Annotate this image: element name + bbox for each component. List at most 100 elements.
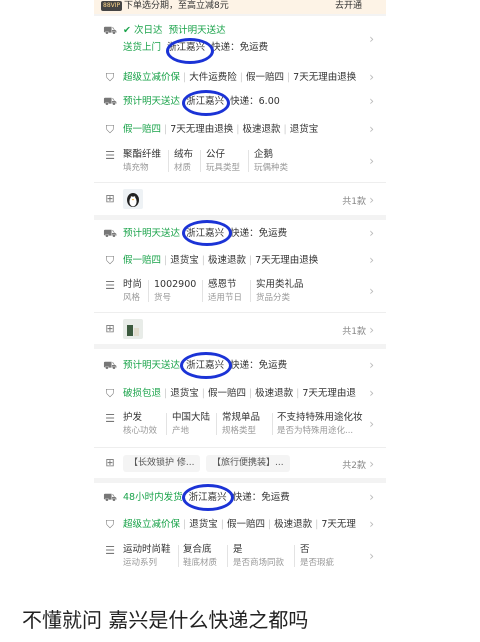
vip-badge: 88VIP bbox=[101, 1, 123, 11]
shipping-text: 快递：免运费 bbox=[232, 492, 290, 503]
sku-chip[interactable]: 【旅行便携装】... bbox=[206, 455, 290, 472]
truck-icon: ⛟ bbox=[103, 227, 117, 240]
next-day-badge: 次日达 bbox=[134, 25, 163, 36]
guarantee-item: 7天无理 bbox=[321, 519, 356, 530]
shield-check-icon: ⛉ bbox=[105, 518, 115, 531]
shipping-text: 快递：免运费 bbox=[211, 42, 269, 53]
chevron-right-icon: › bbox=[369, 32, 374, 46]
sku-thumbnail-gift[interactable] bbox=[123, 319, 143, 339]
day-badge-check-icon: ✔ bbox=[123, 25, 131, 36]
param-value: 时尚 bbox=[123, 279, 143, 290]
truck-icon: ⛟ bbox=[103, 491, 117, 504]
param-value: 实用类礼品 bbox=[256, 279, 304, 290]
list-icon: ☰ bbox=[105, 279, 115, 292]
chevron-right-icon: › bbox=[369, 193, 374, 207]
params-row[interactable]: ☰ 时尚 风格 1002900 货号 感恩节 适用节日 实用类礼品 货品分类 › bbox=[94, 278, 386, 306]
product-card: ⛟ 48小时内发货 浙江嘉兴 快递：免运费 › ⛉ 超级立减价保 | 退货宝 | 假一赔… bbox=[94, 483, 386, 582]
guarantee-item: 破损包退 bbox=[123, 388, 162, 399]
truck-icon: ⛟ bbox=[103, 359, 117, 372]
param-label: 鞋底材质 bbox=[183, 558, 218, 568]
product-card: ⛟ 预计明天送达 浙江嘉兴 快递：免运费 › ⛉ 破损包退 | 退货宝 | 假一赔四 | 极… bbox=[94, 349, 386, 478]
product-card: ⛟ ✔ 次日达 预计明天送达 送货上门 浙江嘉兴 快递：免运费 › ⛉ 超级立减… bbox=[94, 16, 386, 215]
chevron-right-icon: › bbox=[369, 70, 374, 84]
eta-text: 预计明天送达 bbox=[123, 360, 181, 371]
shield-check-icon: ⛉ bbox=[105, 254, 115, 267]
delivery-row[interactable]: ⛟ ✔ 次日达 预计明天送达 送货上门 浙江嘉兴 快递：免运费 › bbox=[94, 23, 386, 53]
param-value: 常规单品 bbox=[222, 412, 261, 423]
sku-row[interactable]: ⊞ 【长效锁护 修... 【旅行便携装】... 共2款 › bbox=[94, 447, 386, 478]
list-icon: ☰ bbox=[105, 412, 115, 425]
sku-chip[interactable]: 【长效锁护 修... bbox=[123, 455, 201, 472]
chevron-right-icon: › bbox=[369, 284, 374, 298]
param-label: 风格 bbox=[123, 293, 141, 303]
guarantee-item: 退货宝 bbox=[170, 388, 199, 399]
annotation-circle bbox=[182, 90, 230, 116]
guarantee-item: 7天无理由退换 bbox=[255, 255, 319, 266]
guarantee-item: 假一赔四 bbox=[123, 255, 162, 266]
grid-icon: ⊞ bbox=[105, 456, 115, 469]
param-label: 货品分类 bbox=[256, 293, 291, 303]
param-label: 适用节日 bbox=[208, 293, 243, 303]
guarantee-item: 假一赔四 bbox=[123, 124, 162, 135]
sku-thumbnail-penguin[interactable] bbox=[123, 189, 143, 209]
param-value: 公仔 bbox=[206, 149, 226, 160]
eta-text: 48小时内发货 bbox=[123, 492, 183, 503]
annotation-circle bbox=[182, 484, 234, 511]
param-label: 规格类型 bbox=[222, 426, 257, 436]
guarantee-item: 假一赔四 bbox=[207, 388, 246, 399]
screenshot: 88VIP 下单选分期，至高立减8元 去开通 ⛟ ✔ 次日达 预计明天送达 送货… bbox=[94, 0, 386, 582]
guarantee-item: 7天无理由退 bbox=[302, 388, 356, 399]
param-value: 运动时尚鞋 bbox=[123, 544, 171, 555]
chevron-right-icon: › bbox=[369, 386, 374, 400]
param-label: 是否商场同款 bbox=[233, 558, 285, 568]
param-value: 复合底 bbox=[183, 544, 212, 555]
sku-row[interactable]: ⊞ 共1款 › bbox=[94, 312, 386, 344]
list-icon: ☰ bbox=[105, 544, 115, 557]
guarantee-item: 极速退款 bbox=[274, 519, 313, 530]
param-value: 否 bbox=[300, 544, 310, 555]
annotation-circle bbox=[180, 352, 232, 379]
guarantee-item: 假一赔四 bbox=[226, 519, 265, 530]
grid-icon: ⊞ bbox=[105, 192, 115, 205]
guarantee-item: 超级立减价保 bbox=[123, 519, 181, 530]
shipping-text: 快递：免运费 bbox=[230, 228, 288, 239]
sku-count: 共1款 bbox=[342, 327, 366, 337]
vip-open-link[interactable]: 去开通 bbox=[335, 0, 362, 12]
vip-promo-text: 下单选分期，至高立减8元 bbox=[124, 1, 229, 11]
chevron-right-icon: › bbox=[369, 323, 374, 337]
chevron-right-icon: › bbox=[369, 253, 374, 267]
sku-count: 共2款 bbox=[342, 461, 366, 471]
chevron-right-icon: › bbox=[369, 457, 374, 471]
chevron-right-icon: › bbox=[369, 417, 374, 431]
params-row[interactable]: ☰ 护发 核心功效 中国大陆 产地 常规单品 规格类型 不支持特殊用途化妆 是否… bbox=[94, 411, 386, 439]
params-row[interactable]: ☰ 运动时尚鞋 运动系列 复合底 鞋底材质 是 是否商场同款 否 是否瑕疵 › bbox=[94, 543, 386, 571]
truck-icon: ⛟ bbox=[103, 95, 117, 108]
shield-check-icon: ⛉ bbox=[105, 123, 115, 136]
eta-text: 预计明天送达 bbox=[123, 228, 181, 239]
shipping-text: 快递：6.00 bbox=[230, 96, 280, 107]
chevron-right-icon: › bbox=[369, 94, 374, 108]
guarantee-item: 超级立减价保 bbox=[123, 72, 181, 83]
post-caption: 不懂就问 嘉兴是什么快递之都吗 bbox=[22, 608, 309, 632]
param-label: 玩具类型 bbox=[206, 163, 241, 173]
param-value: 1002900 bbox=[154, 279, 197, 290]
guarantee-item: 大件运费险 bbox=[189, 72, 237, 83]
vip-banner[interactable]: 88VIP 下单选分期，至高立减8元 去开通 bbox=[94, 0, 386, 14]
param-value: 聚酯纤维 bbox=[123, 149, 162, 160]
sku-row[interactable]: ⊞ 共1款 › bbox=[94, 182, 386, 215]
param-value: 是 bbox=[233, 544, 243, 555]
param-value: 中国大陆 bbox=[172, 412, 211, 423]
chevron-right-icon: › bbox=[369, 226, 374, 240]
shield-check-icon: ⛉ bbox=[105, 71, 115, 84]
param-label: 核心功效 bbox=[123, 426, 158, 436]
eta-text: 预计明天送达 bbox=[168, 25, 226, 36]
product-card: ⛟ 预计明天送达 浙江嘉兴 快递：免运费 › ⛉ 假一赔四 | 退货宝 | 极速退款 | 7… bbox=[94, 220, 386, 344]
guarantee-item: 极速退款 bbox=[207, 255, 246, 266]
eta-text: 预计明天送达 bbox=[123, 96, 181, 107]
param-value: 企鹅 bbox=[254, 149, 274, 160]
door-delivery-text: 送货上门 bbox=[123, 42, 162, 53]
params-row[interactable]: ☰ 聚酯纤维 填充物 绒布 材质 公仔 玩具类型 企鹅 玩偶种类 › bbox=[94, 148, 386, 176]
shipping-text: 快递：免运费 bbox=[230, 360, 288, 371]
param-label: 材质 bbox=[174, 163, 192, 173]
guarantee-item: 退货宝 bbox=[170, 255, 199, 266]
